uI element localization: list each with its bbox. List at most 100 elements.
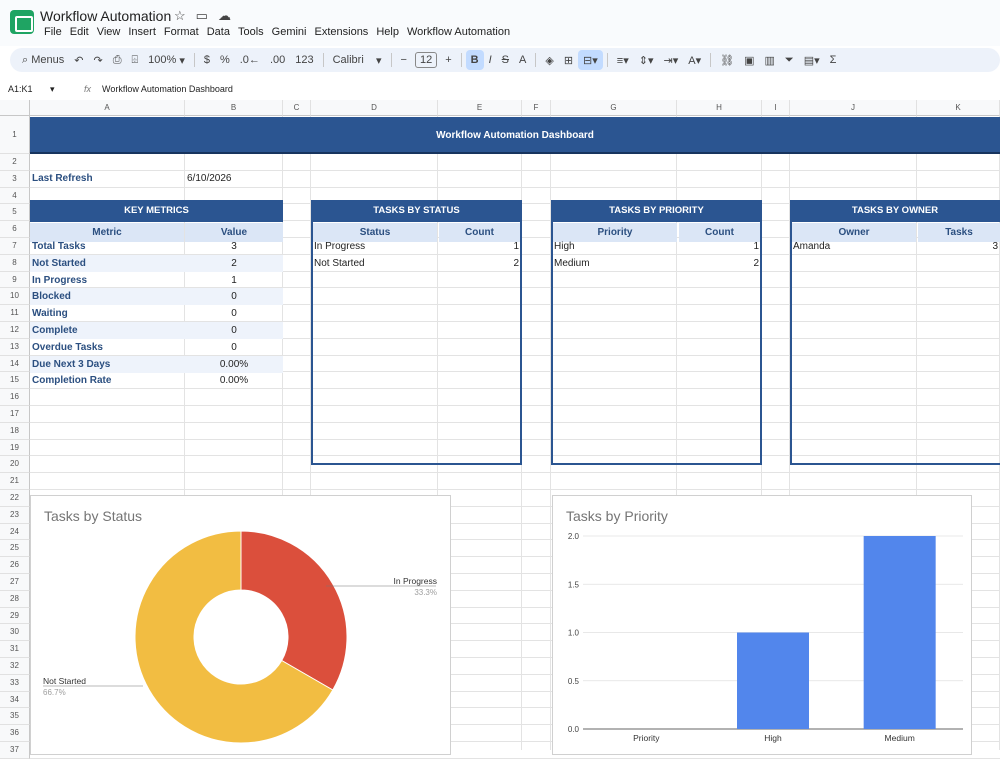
tasks_by_priority-count[interactable]: 1 [699, 238, 759, 255]
vertical-align-icon[interactable]: ⇕▾ [634, 48, 659, 72]
filter-icon[interactable]: ⏷ [780, 48, 799, 72]
metric-value[interactable]: 0 [185, 322, 283, 339]
column-header-g[interactable]: G [551, 100, 677, 116]
increase-font-size-icon[interactable]: + [440, 48, 456, 72]
currency-format-button[interactable]: $ [199, 48, 215, 72]
row-header-1[interactable]: 1 [0, 116, 30, 154]
row-header-12[interactable]: 12 [0, 322, 30, 339]
document-title[interactable]: Workflow Automation [40, 8, 171, 24]
row-header-6[interactable]: 6 [0, 221, 30, 238]
percent-format-button[interactable]: % [215, 48, 235, 72]
row-header-15[interactable]: 15 [0, 372, 30, 390]
tasks_by_priority-label[interactable]: Medium [554, 255, 590, 272]
metric-value[interactable]: 1 [185, 272, 283, 289]
filter-views-icon[interactable]: ▤▾ [799, 48, 825, 72]
merge-cells-icon[interactable]: ⊟▾ [578, 50, 603, 70]
insert-link-icon[interactable]: ⛓ [715, 48, 739, 72]
tasks_by_owner-count[interactable]: 3 [938, 238, 998, 255]
search-menus-button[interactable]: ⌕ Menus [10, 48, 69, 72]
row-header-35[interactable]: 35 [0, 708, 30, 726]
row-header-16[interactable]: 16 [0, 389, 30, 406]
row-header-2[interactable]: 2 [0, 154, 30, 171]
zoom-select[interactable]: 100% ▾ [143, 48, 190, 72]
move-folder-icon[interactable]: ▭ [196, 8, 208, 24]
column-header-c[interactable]: C [283, 100, 311, 116]
metric-label[interactable]: Blocked [32, 288, 71, 305]
metric-label[interactable]: Not Started [32, 255, 86, 272]
tasks_by_status-count[interactable]: 1 [459, 238, 519, 255]
column-header-j[interactable]: J [790, 100, 917, 116]
menu-file[interactable]: File [40, 26, 66, 38]
sheets-logo-icon[interactable] [10, 10, 34, 34]
column-header-d[interactable]: D [311, 100, 438, 116]
column-header-a[interactable]: A [30, 100, 185, 116]
row-header-30[interactable]: 30 [0, 624, 30, 642]
select-all-corner[interactable] [0, 100, 30, 116]
metric-label[interactable]: Completion Rate [32, 372, 111, 389]
menu-tools[interactable]: Tools [234, 26, 268, 38]
column-header-e[interactable]: E [438, 100, 522, 116]
metric-label[interactable]: Waiting [32, 305, 68, 322]
redo-icon[interactable]: ↷ [88, 48, 107, 72]
menu-edit[interactable]: Edit [66, 26, 93, 38]
tasks_by_priority-count[interactable]: 2 [699, 255, 759, 272]
cloud-status-icon[interactable]: ☁ [218, 8, 231, 24]
metric-value[interactable]: 0 [185, 339, 283, 356]
metric-label[interactable]: In Progress [32, 272, 87, 289]
metric-label[interactable]: Due Next 3 Days [32, 356, 110, 373]
metric-label[interactable]: Complete [32, 322, 78, 339]
row-header-13[interactable]: 13 [0, 338, 30, 356]
font-select[interactable]: Calibri ▾ [328, 48, 387, 72]
menu-data[interactable]: Data [203, 26, 234, 38]
row-header-31[interactable]: 31 [0, 641, 30, 658]
paint-format-icon[interactable]: ⌹ [127, 48, 144, 72]
row-header-22[interactable]: 22 [0, 490, 30, 507]
priority-bar-chart[interactable]: Tasks by Priority 0.0 0.5 1.0 1.5 2.0 Priorit… [552, 495, 972, 755]
key-metrics-header[interactable]: KEY METRICS [30, 200, 283, 222]
row-header-8[interactable]: 8 [0, 254, 30, 272]
metric-value[interactable]: 0 [185, 305, 283, 322]
menu-workflow-automation[interactable]: Workflow Automation [403, 26, 514, 38]
row-header-5[interactable]: 5 [0, 204, 30, 222]
row-header-29[interactable]: 29 [0, 607, 30, 625]
row-header-23[interactable]: 23 [0, 506, 30, 524]
row-header-27[interactable]: 27 [0, 574, 30, 591]
row-header-10[interactable]: 10 [0, 288, 30, 306]
functions-icon[interactable]: Σ [825, 48, 842, 72]
tasks_by_priority-label[interactable]: High [554, 238, 575, 255]
formula-input[interactable]: Workflow Automation Dashboard [90, 84, 233, 94]
metric-label[interactable]: Total Tasks [32, 238, 86, 255]
increase-decimal-icon[interactable]: .00 [265, 48, 290, 72]
bold-icon[interactable]: B [465, 50, 484, 70]
dashboard-title[interactable]: Workflow Automation Dashboard [30, 117, 1000, 154]
metric-value[interactable]: 0.00% [185, 356, 283, 373]
tasks_by_owner-label[interactable]: Amanda [793, 238, 830, 255]
metric-value[interactable]: 2 [185, 255, 283, 272]
tasks_by_status-label[interactable]: In Progress [314, 238, 365, 255]
column-header-h[interactable]: H [677, 100, 762, 116]
row-header-36[interactable]: 36 [0, 725, 30, 742]
status-donut-chart[interactable]: Tasks by Status In Progress 33.3% Not Star… [30, 495, 451, 755]
row-header-24[interactable]: 24 [0, 523, 30, 541]
row-header-14[interactable]: 14 [0, 355, 30, 373]
row-header-25[interactable]: 25 [0, 540, 30, 558]
number-format-button[interactable]: 123 [290, 48, 318, 72]
column-header-i[interactable]: I [762, 100, 790, 116]
menu-view[interactable]: View [93, 26, 125, 38]
insert-comment-icon[interactable]: ▣ [739, 48, 759, 72]
row-header-21[interactable]: 21 [0, 473, 30, 490]
row-header-4[interactable]: 4 [0, 187, 30, 205]
decrease-font-size-icon[interactable]: − [396, 48, 412, 72]
print-icon[interactable]: ⎙ [108, 48, 127, 72]
tasks-by-status-header[interactable]: TASKS BY STATUS [311, 200, 522, 222]
insert-chart-icon[interactable]: ▥ [759, 48, 779, 72]
borders-icon[interactable]: ⊞ [559, 48, 578, 72]
row-header-9[interactable]: 9 [0, 271, 30, 289]
italic-icon[interactable]: I [484, 48, 497, 72]
metric-value[interactable]: 0.00% [185, 372, 283, 389]
text-color-icon[interactable]: A [514, 48, 531, 72]
row-header-33[interactable]: 33 [0, 674, 30, 692]
row-header-28[interactable]: 28 [0, 590, 30, 608]
menu-extensions[interactable]: Extensions [311, 26, 373, 38]
menu-format[interactable]: Format [160, 26, 203, 38]
